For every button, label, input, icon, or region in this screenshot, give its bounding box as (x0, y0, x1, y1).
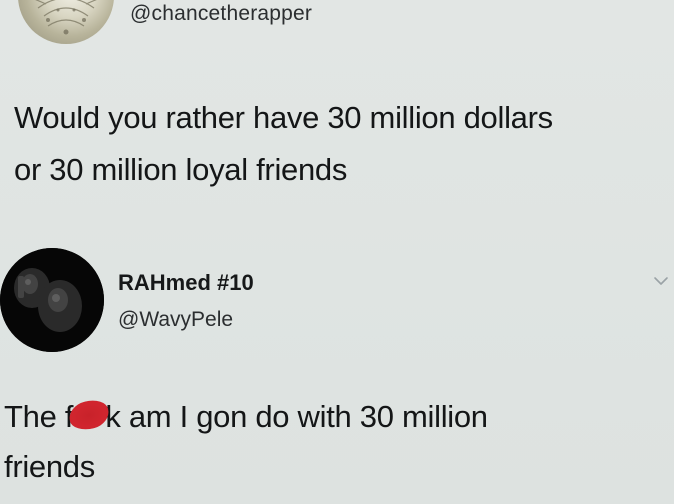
reply-handle[interactable]: @WavyPele (118, 308, 233, 332)
reply-display-name[interactable]: RAHmed #10 (118, 270, 254, 296)
reply-tweet-line-1: The fuck am I gon do with 30 million (4, 392, 672, 442)
reply-text-end: k am I gon do with 30 million (105, 399, 488, 434)
quoted-tweet-line-1: Would you rather have 30 million dollars (14, 100, 553, 135)
chancetherapper-avatar[interactable] (18, 0, 114, 44)
chevron-down-icon[interactable] (652, 272, 670, 290)
quoted-tweet-line-2: or 30 million loyal friends (14, 152, 348, 187)
censored-word: uc (66, 392, 112, 442)
avatar-image (0, 248, 104, 352)
reply-tweet-line-2: friends (4, 449, 95, 484)
quoted-tweet-handle[interactable]: @chancetherapper (130, 2, 312, 26)
reply-tweet-text: The fuck am I gon do with 30 million fri… (4, 392, 672, 492)
reply-text-start: The f (4, 399, 74, 434)
quoted-tweet-text: Would you rather have 30 million dollars… (14, 92, 674, 196)
red-censor-blot (66, 396, 112, 434)
avatar-image (35, 0, 97, 35)
wavypele-avatar[interactable] (0, 248, 104, 352)
tweet-screenshot: @chancetherapper Would you rather have 3… (0, 0, 674, 504)
